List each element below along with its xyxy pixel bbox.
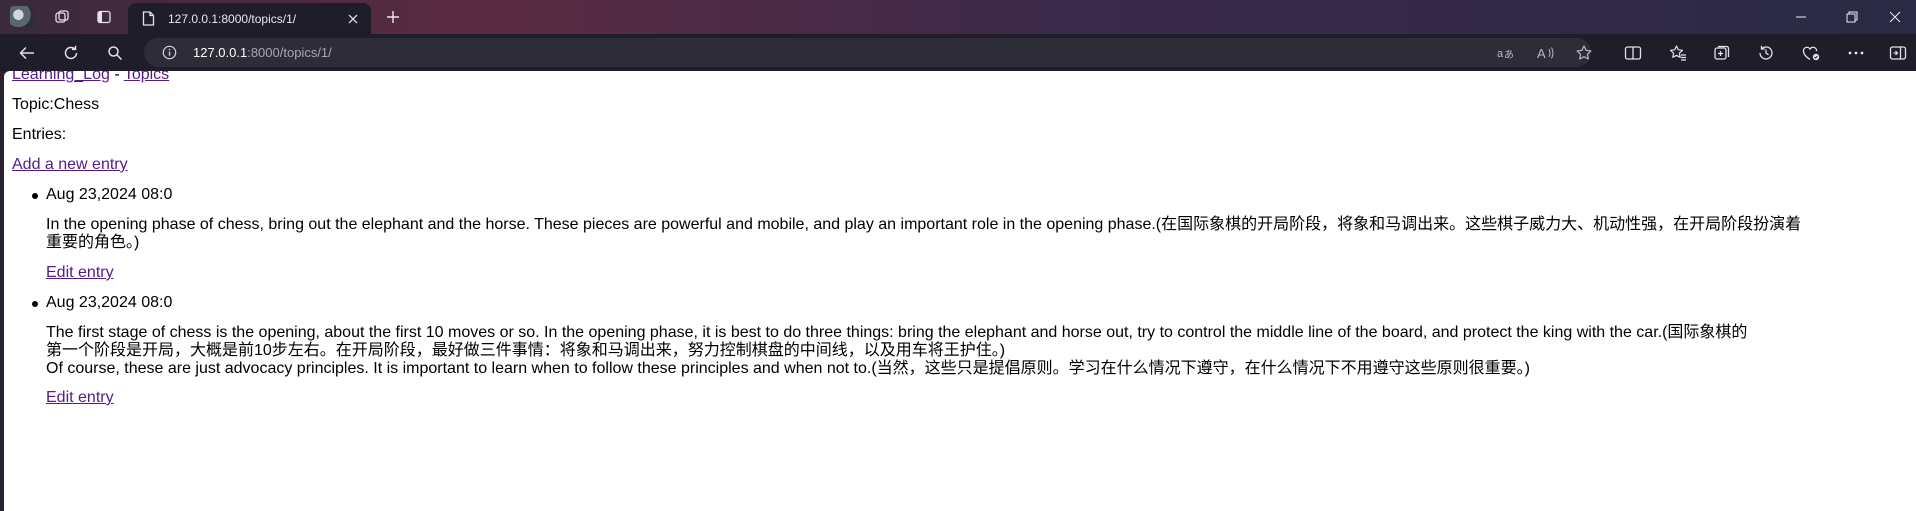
- more-options-icon[interactable]: [1845, 42, 1867, 64]
- url-text[interactable]: 127.0.0.1:8000/topics/1/: [193, 45, 332, 60]
- list-bullet: [32, 301, 38, 307]
- history-icon[interactable]: [1755, 42, 1777, 64]
- svg-text:A: A: [1537, 46, 1546, 61]
- back-arrow-icon[interactable]: [16, 42, 38, 64]
- entry-date: Aug 23,2024 08:0: [46, 294, 173, 311]
- svg-text:a: a: [1497, 48, 1504, 60]
- page-icon: [140, 11, 156, 27]
- web-page: Learning_Log - Topics Topic:Chess Entrie…: [4, 71, 1916, 511]
- topics-link[interactable]: Topics: [124, 71, 169, 83]
- search-icon[interactable]: [104, 42, 126, 64]
- entry-date: Aug 23,2024 08:0: [46, 186, 173, 203]
- add-entry-link[interactable]: Add a new entry: [12, 156, 128, 173]
- tab-title: 127.0.0.1:8000/topics/1/: [168, 11, 297, 26]
- split-screen-icon[interactable]: [1622, 42, 1644, 64]
- close-window-icon[interactable]: [1873, 0, 1916, 34]
- edit-entry-line: Edit entry: [46, 264, 114, 282]
- svg-text:あ: あ: [1504, 49, 1514, 61]
- entry-text: The first stage of chess is the opening,…: [46, 324, 1902, 378]
- profile-avatar[interactable]: [10, 6, 34, 28]
- entry-text-line: In the opening phase of chess, bring out…: [46, 216, 1802, 233]
- tab-actions-icon[interactable]: [94, 7, 114, 27]
- site-info-icon[interactable]: [162, 45, 177, 60]
- entry-text-line: 重要的角色。): [46, 234, 140, 251]
- entry-text-line: The first stage of chess is the opening,…: [46, 324, 1748, 341]
- workspaces-icon[interactable]: [52, 7, 72, 27]
- sidebar-toggle-icon[interactable]: [1887, 42, 1909, 64]
- site-nav: Learning_Log - Topics: [12, 71, 169, 84]
- entry-text-line: Of course, these are just advocacy princ…: [46, 360, 1530, 377]
- read-aloud-icon[interactable]: A: [1536, 43, 1556, 63]
- address-bar[interactable]: 127.0.0.1:8000/topics/1/ aあ A: [144, 38, 1594, 67]
- favorites-icon[interactable]: [1667, 42, 1689, 64]
- title-bar: 127.0.0.1:8000/topics/1/: [0, 0, 1916, 34]
- nav-separator: -: [114, 71, 120, 83]
- url-host: 127.0.0.1: [193, 45, 248, 60]
- browser-essentials-icon[interactable]: [1800, 42, 1822, 64]
- entry-text: In the opening phase of chess, bring out…: [46, 216, 1902, 252]
- edit-entry-line: Edit entry: [46, 389, 114, 407]
- topic-heading: Topic:Chess: [12, 96, 100, 113]
- browser-toolbar: 127.0.0.1:8000/topics/1/ aあ A: [0, 34, 1916, 71]
- add-favorite-icon[interactable]: [1574, 43, 1594, 63]
- edit-entry-link[interactable]: Edit entry: [46, 264, 114, 281]
- new-tab-icon[interactable]: [383, 7, 403, 27]
- list-bullet: [32, 193, 38, 199]
- edit-entry-link[interactable]: Edit entry: [46, 389, 114, 406]
- refresh-icon[interactable]: [60, 42, 82, 64]
- restore-icon[interactable]: [1830, 0, 1874, 34]
- close-tab-icon[interactable]: [345, 11, 361, 27]
- minimize-icon[interactable]: [1779, 0, 1823, 34]
- active-tab[interactable]: 127.0.0.1:8000/topics/1/: [128, 3, 371, 34]
- add-entry-line: Add a new entry: [12, 156, 128, 174]
- collections-icon[interactable]: [1711, 42, 1733, 64]
- translate-icon[interactable]: aあ: [1496, 43, 1516, 63]
- entry-text-line: 第一个阶段是开局，大概是前10步左右。在开局阶段，最好做三件事情：将象和马调出来…: [46, 342, 1006, 359]
- entries-heading: Entries:: [12, 126, 67, 143]
- home-link[interactable]: Learning_Log: [12, 71, 110, 83]
- url-path: :8000/topics/1/: [247, 45, 332, 60]
